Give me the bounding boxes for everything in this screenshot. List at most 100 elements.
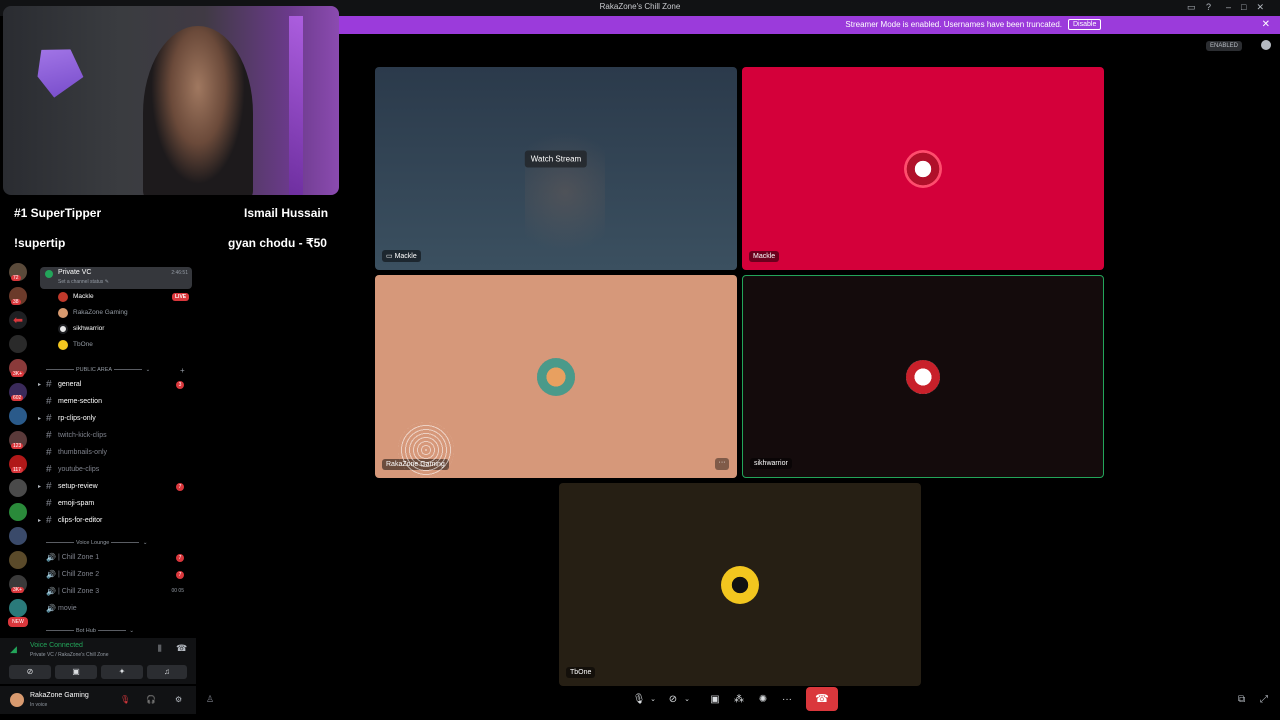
server-icon[interactable]: [9, 599, 27, 617]
server-icon[interactable]: 38: [9, 287, 27, 305]
avatar[interactable]: [10, 693, 24, 707]
channel-twitch-kick-clips[interactable]: # twitch-kick-clips: [38, 428, 188, 444]
soundboard-icon[interactable]: ✺: [756, 690, 770, 710]
server-badge: 72: [11, 275, 21, 281]
voice-member[interactable]: TbOne: [58, 338, 192, 352]
members-icon[interactable]: ♙: [206, 694, 214, 705]
inbox-icon[interactable]: ▭: [1187, 2, 1196, 13]
watch-stream-button[interactable]: Watch Stream: [524, 150, 588, 167]
member-name: TbOne: [73, 341, 93, 348]
headphones-icon[interactable]: 🎧: [146, 695, 156, 704]
hash-icon: #: [46, 447, 52, 458]
fullscreen-icon[interactable]: ⤢: [1260, 694, 1268, 705]
channel-name: emoji-spam: [58, 500, 95, 507]
category-bot-hub[interactable]: Bot Hub ⌄: [44, 628, 134, 634]
voice-member[interactable]: RakaZone Gaming: [58, 306, 192, 320]
streamer-mode-notice: Streamer Mode is enabled. Usernames have…: [338, 16, 1280, 34]
disconnect-icon[interactable]: ☎: [176, 643, 187, 654]
server-icon[interactable]: 72: [9, 263, 27, 281]
channel-youtube-clips[interactable]: # youtube-clips: [38, 462, 188, 478]
activities-button[interactable]: ✦: [101, 665, 143, 679]
voice-location[interactable]: Private VC / RakaZone's Chill Zone: [30, 652, 109, 658]
voice-channel-chill-zone-3[interactable]: 🔊 | Chill Zone 3 00 05: [38, 584, 188, 600]
channel-name: | Chill Zone 2: [58, 571, 100, 578]
voice-channel-chill-zone-1[interactable]: 🔊 | Chill Zone 1 7: [38, 550, 188, 566]
chevron-down-icon[interactable]: ⌄: [648, 690, 658, 710]
video-tile[interactable]: TbOne: [559, 483, 921, 686]
noise-suppression-icon[interactable]: ⫼: [158, 644, 162, 654]
supertipper-name: Ismail Hussain: [244, 206, 329, 220]
server-icon[interactable]: ⬅: [9, 311, 27, 329]
server-icon[interactable]: [9, 407, 27, 425]
click-ripple: [398, 422, 454, 478]
screen-share-button[interactable]: ▣: [55, 665, 97, 679]
server-icon[interactable]: [9, 527, 27, 545]
channel-rp-clips-only[interactable]: ▸ # rp-clips-only: [38, 411, 188, 427]
server-icon[interactable]: [9, 479, 27, 497]
server-badge: 3K+: [11, 371, 25, 377]
more-icon[interactable]: ···: [715, 458, 729, 470]
avatar: [906, 359, 940, 394]
channel-name: youtube-clips: [58, 466, 100, 473]
user-name[interactable]: RakaZone Gaming: [30, 692, 89, 699]
tile-name: Mackle: [394, 253, 417, 260]
server-icon[interactable]: 117: [9, 455, 27, 473]
add-channel-icon[interactable]: +: [180, 366, 185, 375]
channel-clips-for-editor[interactable]: ▸ # clips-for-editor: [38, 513, 188, 529]
server-icon[interactable]: [9, 551, 27, 569]
voice-member[interactable]: sikhwarrior: [58, 322, 192, 336]
channel-thumbnails-only[interactable]: # thumbnails-only: [38, 445, 188, 461]
microphone-icon[interactable]: 🎙: [632, 690, 646, 710]
close-notice-button[interactable]: ✕: [1262, 19, 1270, 30]
tile-label: ▭ Mackle: [382, 250, 421, 262]
channel-status[interactable]: Set a channel status ✎: [58, 279, 109, 285]
camera-off-icon[interactable]: ⊘: [666, 690, 680, 710]
server-icon[interactable]: 602: [9, 383, 27, 401]
speaker-icon: 🔊: [46, 604, 56, 613]
window-controls[interactable]: –□✕: [1226, 2, 1274, 13]
voice-status[interactable]: Voice Connected: [30, 642, 83, 649]
hang-up-button[interactable]: ☎: [806, 687, 838, 711]
voice-channel-movie[interactable]: 🔊 movie: [38, 601, 188, 617]
server-icon[interactable]: 123: [9, 431, 27, 449]
server-badge: 602: [11, 395, 24, 401]
streamer-mode-pill[interactable]: ENABLED: [1206, 41, 1243, 51]
server-icon[interactable]: [9, 335, 27, 353]
member-name: sikhwarrior: [73, 325, 105, 332]
gear-icon[interactable]: ⚙: [175, 695, 182, 704]
chat-icon[interactable]: [1261, 40, 1271, 50]
server-icon[interactable]: 3K+: [9, 359, 27, 377]
channel-setup-review[interactable]: ▸ # setup-review 7: [38, 479, 188, 495]
disable-streamer-mode-button[interactable]: Disable: [1068, 19, 1102, 30]
category-public-area[interactable]: PUBLIC AREA ⌄: [44, 367, 150, 373]
chevron-down-icon[interactable]: ⌄: [682, 690, 692, 710]
channel-general[interactable]: ▸ # general 3: [38, 377, 188, 393]
hash-icon: #: [46, 430, 52, 441]
channel-name: | Chill Zone 1: [58, 554, 100, 561]
mute-icon[interactable]: 🎙: [120, 695, 130, 704]
video-tile[interactable]: sikhwarrior: [742, 275, 1104, 478]
channel-emoji-spam[interactable]: # emoji-spam: [38, 496, 188, 512]
voice-channel-chill-zone-2[interactable]: 🔊 | Chill Zone 2 7: [38, 567, 188, 583]
camera-button[interactable]: ⊘: [9, 665, 51, 679]
category-voice-lounge[interactable]: Voice Lounge ⌄: [44, 540, 147, 546]
supertipper-title: #1 SuperTipper: [14, 206, 102, 220]
screen-share-icon[interactable]: ▣: [708, 690, 722, 710]
soundboard-button[interactable]: ♫: [147, 665, 187, 679]
channel-meme-section[interactable]: # meme-section: [38, 394, 188, 410]
help-icon[interactable]: ?: [1206, 2, 1211, 12]
more-icon[interactable]: ···: [780, 690, 794, 710]
video-tile[interactable]: Mackle: [742, 67, 1104, 270]
server-icon[interactable]: 3K+: [9, 575, 27, 593]
server-rail: 72 38 ⬅ 3K+ 602 123 117 3K+ NEW: [0, 255, 36, 635]
member-name: RakaZone Gaming: [73, 309, 128, 316]
user-panel: RakaZone Gaming In voice 🎙 🎧 ⚙: [0, 686, 196, 714]
server-icon[interactable]: [9, 503, 27, 521]
activities-icon[interactable]: ⁂: [732, 690, 746, 710]
stream-tile[interactable]: Watch Stream ▭ Mackle: [375, 67, 737, 270]
voice-member[interactable]: Mackle LIVE: [58, 290, 192, 304]
popout-icon[interactable]: ⧉: [1238, 694, 1245, 705]
private-vc-channel[interactable]: Private VC Set a channel status ✎ 2:46:5…: [40, 267, 192, 289]
signal-icon[interactable]: ◢: [10, 644, 17, 655]
channel-name: | Chill Zone 3: [58, 588, 100, 595]
